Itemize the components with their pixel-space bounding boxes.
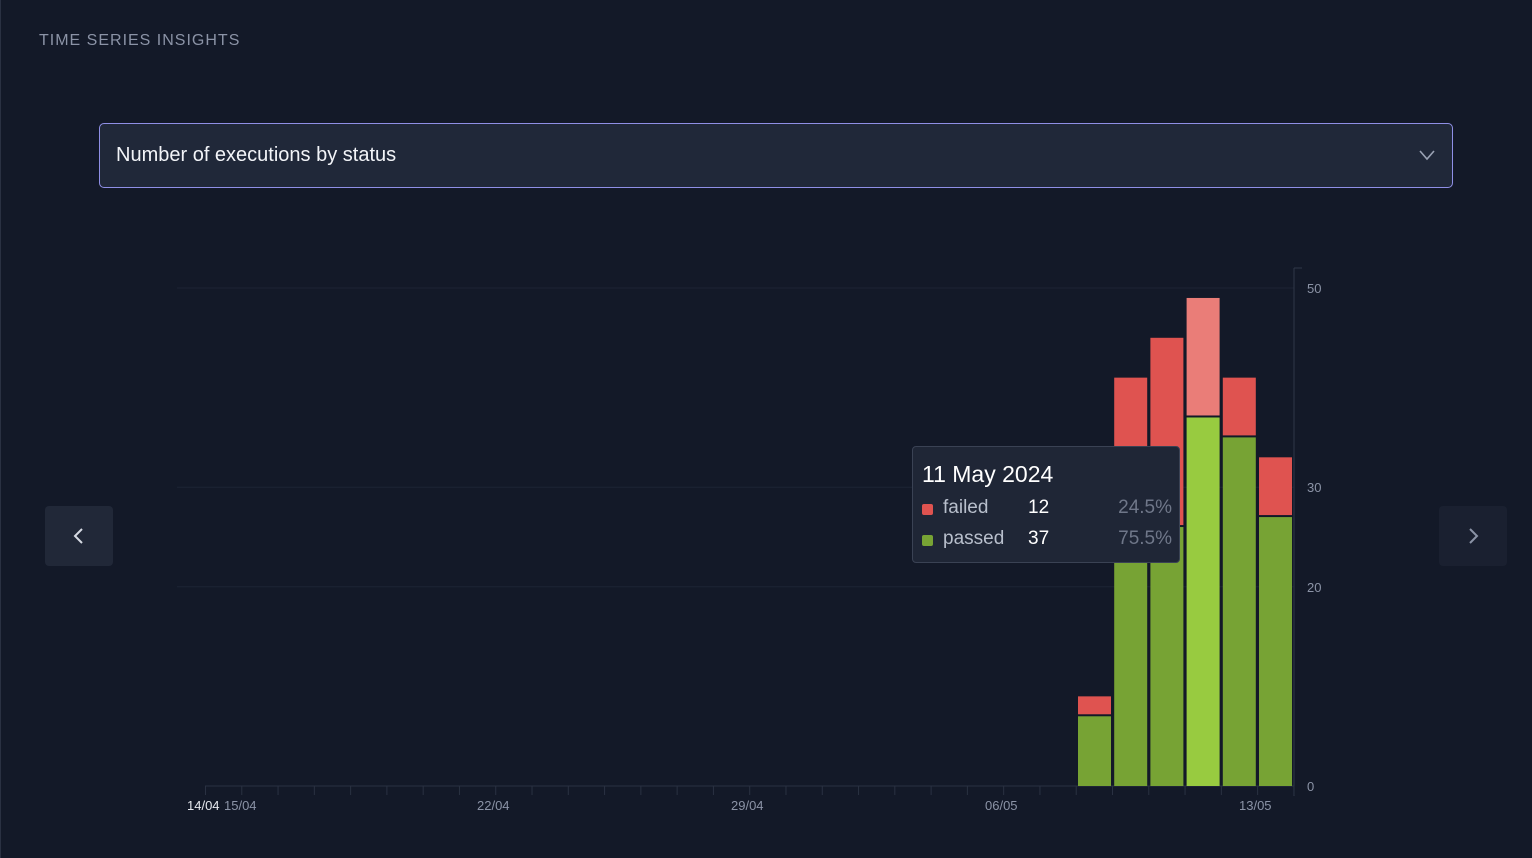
tooltip-passed-label: passed [943, 528, 1005, 549]
bar-failed [1222, 377, 1256, 436]
bar-passed [1078, 716, 1111, 786]
x-tick-label: 14/04 [187, 798, 220, 813]
x-tick-label: 29/04 [731, 798, 764, 813]
bar-failed [1259, 457, 1292, 516]
bar-failed [1186, 297, 1220, 416]
tooltip-passed-percent: 75.5% [1118, 528, 1172, 549]
tooltip-failed-value: 12 [1028, 497, 1050, 518]
bar-passed [1222, 437, 1256, 786]
y-tick-label: 30 [1307, 480, 1321, 495]
bar-passed [1114, 556, 1148, 786]
tooltip-failed-percent: 24.5% [1118, 497, 1172, 518]
bar-failed [1078, 696, 1111, 715]
bar-passed [1186, 417, 1220, 786]
bar-passed [1150, 527, 1184, 786]
tooltip-row-passed: passed 37 75.5% [922, 528, 1172, 550]
y-tick-label: 20 [1307, 580, 1321, 595]
y-tick-label: 50 [1307, 281, 1321, 296]
failed-swatch [922, 504, 933, 515]
y-tick-label: 0 [1307, 779, 1314, 794]
x-tick-label: 13/05 [1239, 798, 1272, 813]
x-tick-label: 15/04 [224, 798, 257, 813]
passed-swatch [922, 535, 933, 546]
tooltip-failed-label: failed [943, 497, 989, 518]
x-tick-label: 22/04 [477, 798, 510, 813]
insights-panel: TIME SERIES INSIGHTS Number of execution… [0, 0, 1532, 858]
bar-passed [1259, 517, 1292, 786]
chart-tooltip: 11 May 2024 failed 12 24.5% passed 37 75… [912, 446, 1180, 563]
tooltip-passed-value: 37 [1028, 528, 1050, 549]
tooltip-row-failed: failed 12 24.5% [922, 497, 1172, 519]
tooltip-date: 11 May 2024 [922, 461, 1054, 487]
x-tick-label: 06/05 [985, 798, 1018, 813]
executions-chart: 0 20 30 50 14/04 15/04 22/04 29/04 06/05 13/05 [177, 267, 1321, 813]
